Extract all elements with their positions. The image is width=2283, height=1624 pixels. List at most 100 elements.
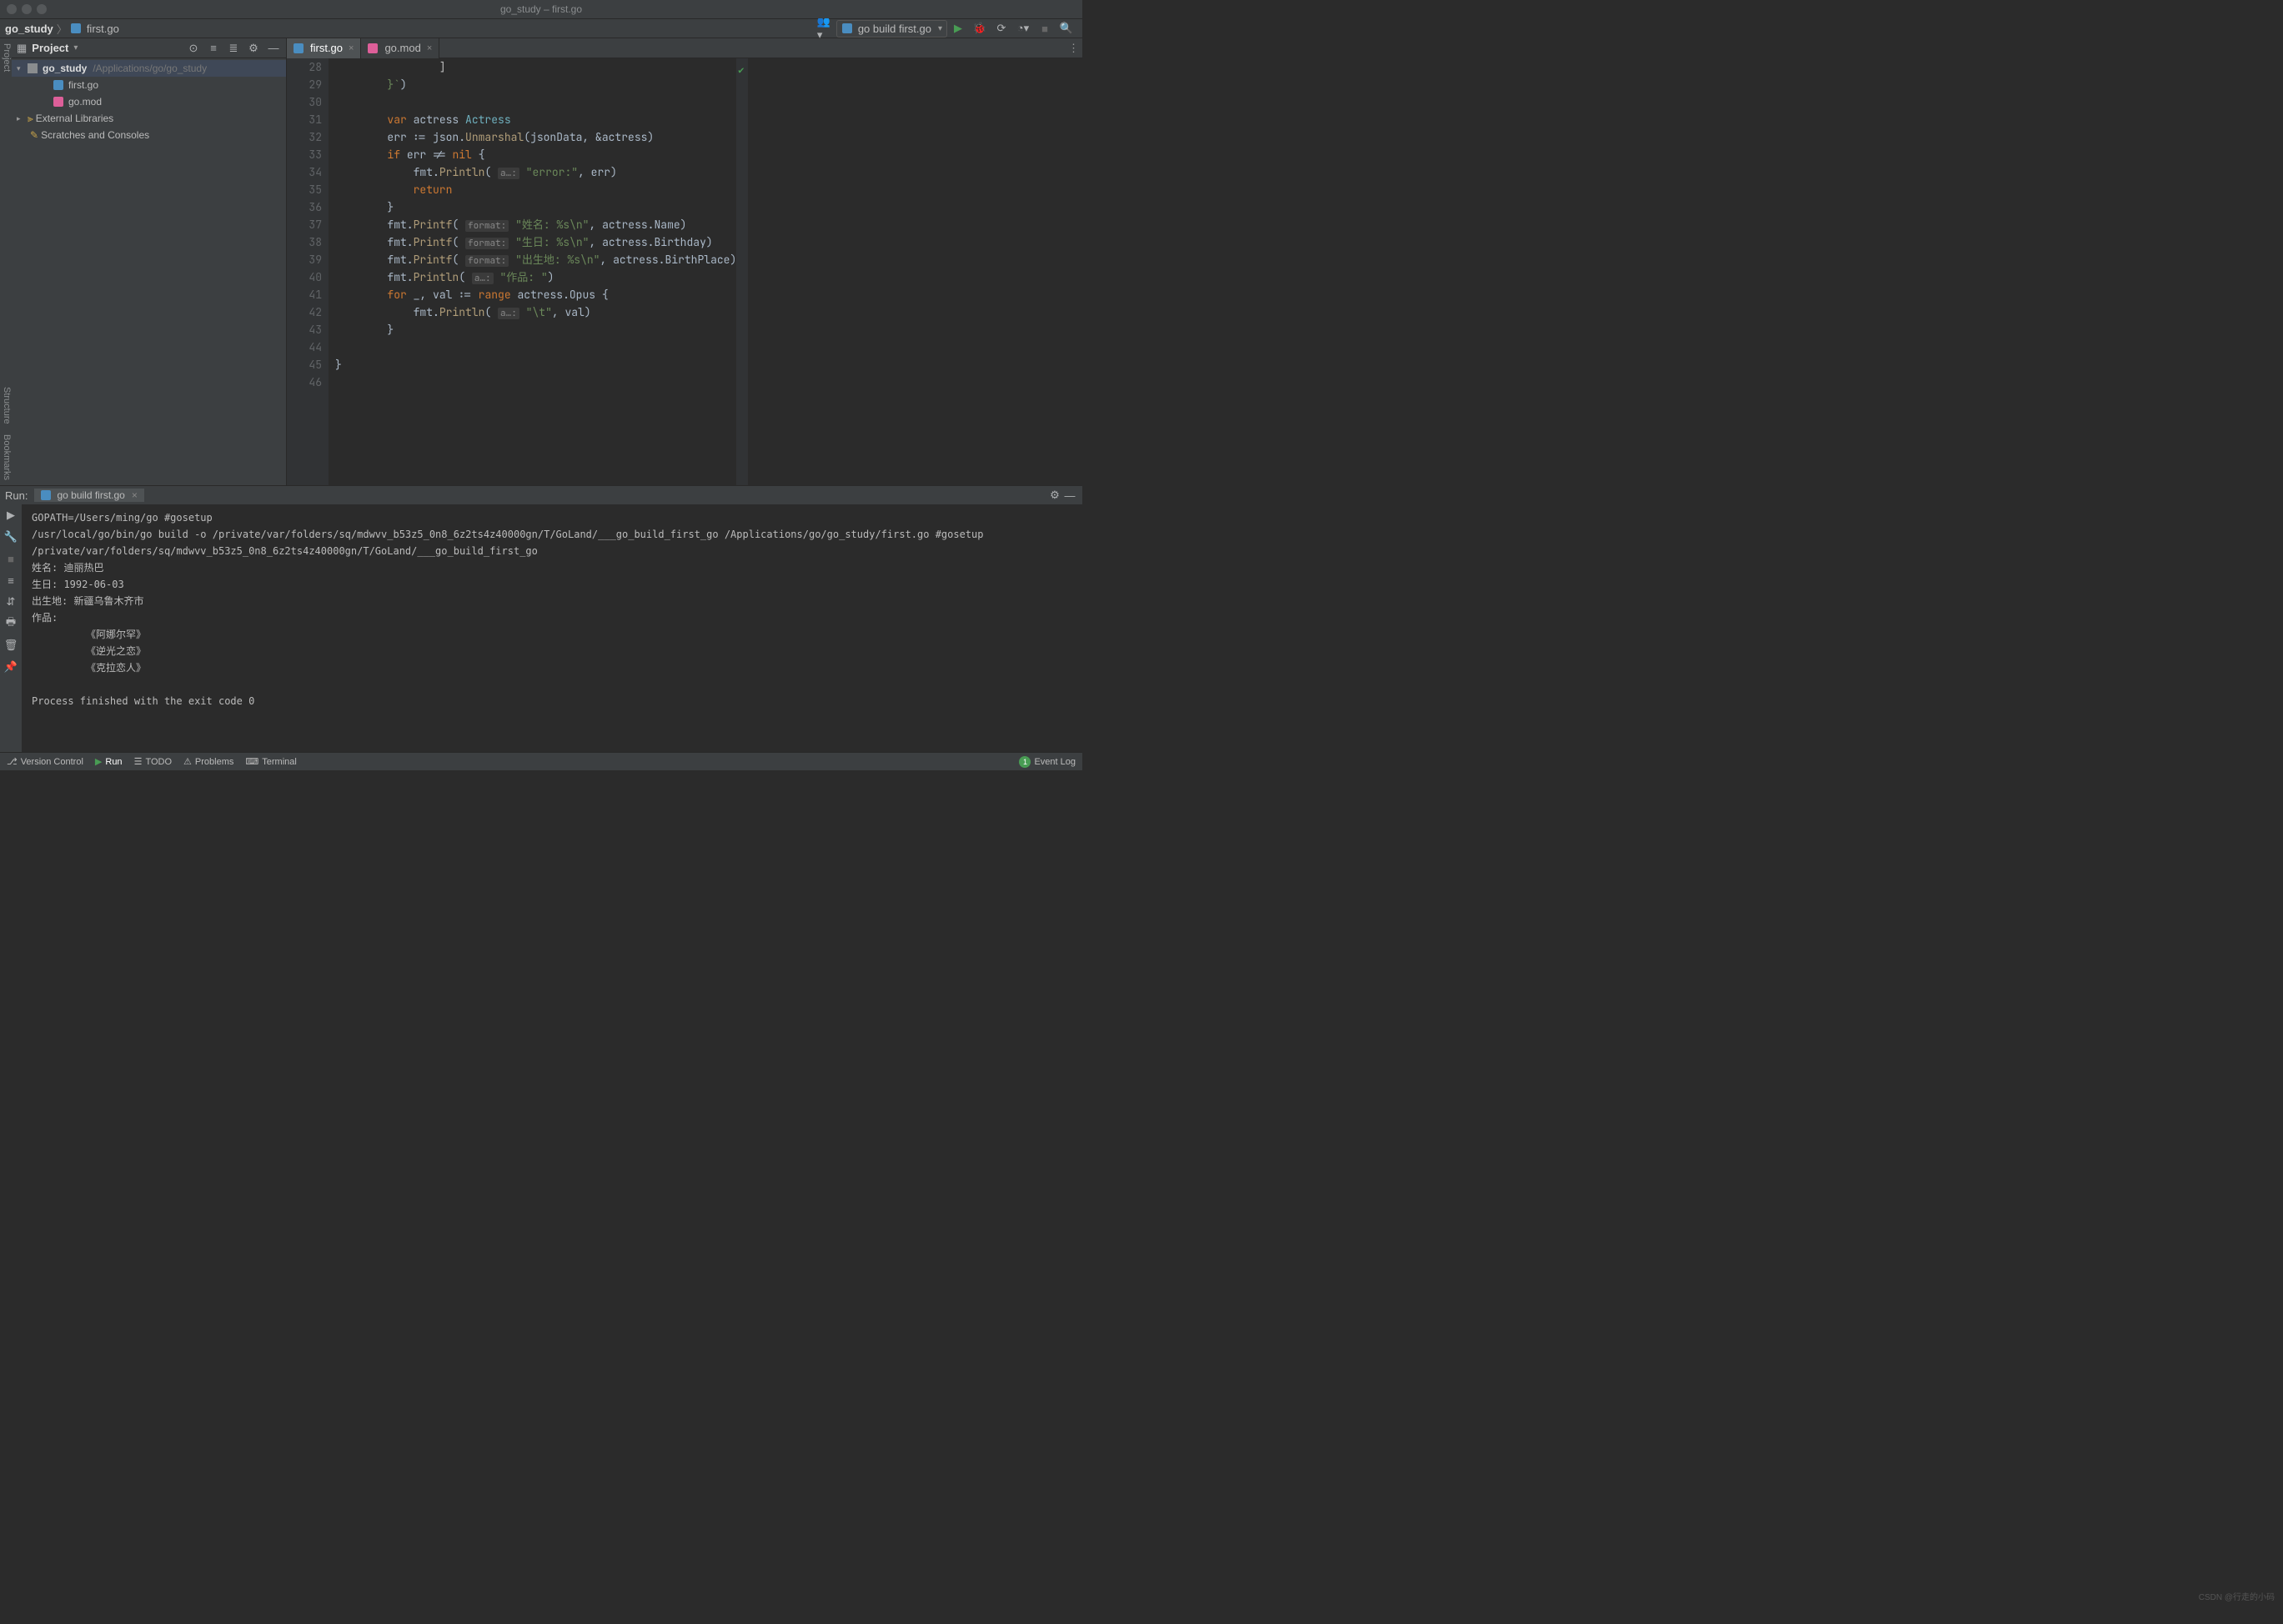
todo-icon: ☰ bbox=[134, 756, 143, 767]
rerun-icon[interactable]: ▶ bbox=[3, 508, 18, 523]
hide-icon[interactable]: — bbox=[1062, 488, 1077, 503]
close-icon[interactable]: × bbox=[132, 489, 138, 501]
project-dropdown-icon[interactable]: ▾ bbox=[73, 43, 78, 53]
minimize-dot[interactable] bbox=[22, 4, 32, 14]
event-badge: 1 bbox=[1019, 756, 1031, 768]
status-vcs[interactable]: ⎇Version Control bbox=[7, 756, 83, 767]
tree-file-gomod[interactable]: go.mod bbox=[12, 93, 286, 110]
titlebar: go_study – first.go bbox=[0, 0, 1082, 18]
tab-go-mod[interactable]: go.mod × bbox=[361, 38, 439, 58]
project-title[interactable]: Project bbox=[32, 42, 68, 54]
print-icon[interactable]: 🖶 bbox=[3, 616, 18, 631]
go-file-icon bbox=[53, 80, 63, 90]
run-icon[interactable]: ▶ bbox=[950, 20, 966, 37]
tree-root-path: /Applications/go/go_study bbox=[93, 63, 207, 74]
search-icon[interactable]: 🔍 bbox=[1058, 20, 1075, 37]
status-todo[interactable]: ☰TODO bbox=[134, 756, 172, 767]
inspection-gutter[interactable]: ✔ bbox=[736, 58, 748, 485]
status-run[interactable]: ▶Run bbox=[95, 756, 123, 767]
warning-icon: ⚠ bbox=[183, 756, 192, 767]
run-toolbar: ▶ 🔧 ■ ≡ ⇵ 🖶 🗑 📌 bbox=[0, 504, 22, 752]
library-icon: ⫸ bbox=[28, 113, 33, 125]
tool-structure-label[interactable]: Structure bbox=[0, 382, 12, 429]
tree-root[interactable]: ▾ go_study /Applications/go/go_study bbox=[12, 60, 286, 77]
line-gutter[interactable]: 28293031323334353637383940414243444546 bbox=[287, 58, 329, 485]
breadcrumb-root[interactable]: go_study bbox=[5, 23, 53, 35]
stop-icon[interactable]: ■ bbox=[3, 551, 18, 566]
left-toolwindow-bar: Project Structure Bookmarks bbox=[0, 38, 12, 485]
tab-label: go.mod bbox=[384, 42, 420, 54]
collapse-icon[interactable]: ≣ bbox=[226, 41, 241, 56]
console-output[interactable]: GOPATH=/Users/ming/go #gosetup /usr/loca… bbox=[22, 504, 1082, 752]
coverage-icon[interactable]: ⟳ bbox=[993, 20, 1010, 37]
tree-root-name: go_study bbox=[43, 63, 87, 74]
navigation-bar: go_study 〉 first.go 👥▾ go build first.go… bbox=[0, 18, 1082, 38]
mod-file-icon bbox=[368, 43, 378, 53]
tab-label: first.go bbox=[310, 42, 343, 54]
run-label: Run: bbox=[5, 489, 28, 502]
inspection-ok-icon[interactable]: ✔ bbox=[736, 58, 748, 83]
run-config-select[interactable]: go build first.go bbox=[836, 20, 947, 38]
breadcrumb-sep: 〉 bbox=[57, 21, 68, 37]
profile-icon[interactable]: ◔▾ bbox=[1015, 20, 1031, 37]
breadcrumb-file[interactable]: first.go bbox=[87, 23, 119, 35]
tab-first-go[interactable]: first.go × bbox=[287, 38, 361, 58]
ext-libs-label: External Libraries bbox=[36, 113, 113, 124]
window-title: go_study – first.go bbox=[500, 3, 582, 15]
status-bar: ⎇Version Control ▶Run ☰TODO ⚠Problems ⌨T… bbox=[0, 752, 1082, 770]
delete-icon[interactable]: 🗑 bbox=[3, 638, 18, 653]
run-config-label: go build first.go bbox=[858, 23, 931, 35]
run-tool-window: Run: go build first.go × ⚙ — ▶ 🔧 ■ ≡ ⇵ 🖶… bbox=[0, 485, 1082, 752]
watermark: CSDN @行走的小码 bbox=[2199, 1590, 2275, 1602]
code-editor[interactable]: 28293031323334353637383940414243444546 ]… bbox=[287, 58, 1082, 485]
tree-file-label: first.go bbox=[68, 79, 98, 91]
scratch-icon: ✎ bbox=[30, 129, 38, 141]
close-icon[interactable]: × bbox=[427, 43, 432, 53]
layout-icon[interactable]: ≡ bbox=[3, 573, 18, 588]
folder-icon bbox=[28, 63, 38, 73]
close-icon[interactable]: × bbox=[349, 43, 354, 53]
go-file-icon bbox=[842, 23, 852, 33]
run-tab-label: go build first.go bbox=[57, 489, 124, 501]
branch-icon: ⎇ bbox=[7, 756, 18, 767]
tree-file-first[interactable]: first.go bbox=[12, 77, 286, 93]
window-controls[interactable] bbox=[7, 4, 47, 14]
thread-icon[interactable]: ⇵ bbox=[3, 594, 18, 609]
stop-icon[interactable]: ■ bbox=[1036, 20, 1053, 37]
tool-bookmarks-label[interactable]: Bookmarks bbox=[0, 429, 12, 485]
project-tree[interactable]: ▾ go_study /Applications/go/go_study fir… bbox=[12, 58, 286, 485]
maximize-dot[interactable] bbox=[37, 4, 47, 14]
gear-icon[interactable]: ⚙ bbox=[246, 41, 261, 56]
terminal-icon: ⌨ bbox=[245, 756, 258, 767]
code-content[interactable]: ] }`) var actress Actress err := json.Un… bbox=[329, 58, 736, 485]
go-file-icon bbox=[41, 490, 51, 500]
status-problems[interactable]: ⚠Problems bbox=[183, 756, 233, 767]
go-file-icon bbox=[294, 43, 304, 53]
gear-icon[interactable]: ⚙ bbox=[1047, 488, 1062, 503]
status-terminal[interactable]: ⌨Terminal bbox=[245, 756, 296, 767]
chevron-right-icon[interactable]: ▸ bbox=[17, 114, 25, 123]
tree-scratches[interactable]: ✎ Scratches and Consoles bbox=[12, 127, 286, 143]
status-event-log[interactable]: 1 Event Log bbox=[1019, 756, 1076, 768]
go-file-icon bbox=[71, 23, 81, 33]
run-tab[interactable]: go build first.go × bbox=[34, 489, 143, 502]
tool-project-label[interactable]: Project bbox=[0, 38, 12, 77]
target-icon[interactable]: ⊙ bbox=[186, 41, 201, 56]
tree-file-label: go.mod bbox=[68, 96, 102, 108]
users-icon[interactable]: 👥▾ bbox=[817, 20, 834, 37]
mod-file-icon bbox=[53, 97, 63, 107]
debug-icon[interactable]: 🐞 bbox=[971, 20, 988, 37]
tree-ext-libs[interactable]: ▸ ⫸ External Libraries bbox=[12, 110, 286, 127]
scratches-label: Scratches and Consoles bbox=[41, 129, 149, 141]
hide-icon[interactable]: — bbox=[266, 41, 281, 56]
project-tool-window: ▦ Project ▾ ⊙ ≡ ≣ ⚙ — ▾ go_study /Applic… bbox=[12, 38, 287, 485]
editor-area: first.go × go.mod × ⋮ 282930313233343536… bbox=[287, 38, 1082, 485]
run-icon: ▶ bbox=[95, 756, 102, 767]
chevron-down-icon[interactable]: ▾ bbox=[17, 64, 25, 73]
project-view-icon: ▦ bbox=[17, 42, 27, 55]
more-tabs-icon[interactable]: ⋮ bbox=[1068, 42, 1079, 55]
tools-icon[interactable]: 🔧 bbox=[3, 529, 18, 544]
close-dot[interactable] bbox=[7, 4, 17, 14]
pin-icon[interactable]: 📌 bbox=[3, 659, 18, 674]
expand-icon[interactable]: ≡ bbox=[206, 41, 221, 56]
